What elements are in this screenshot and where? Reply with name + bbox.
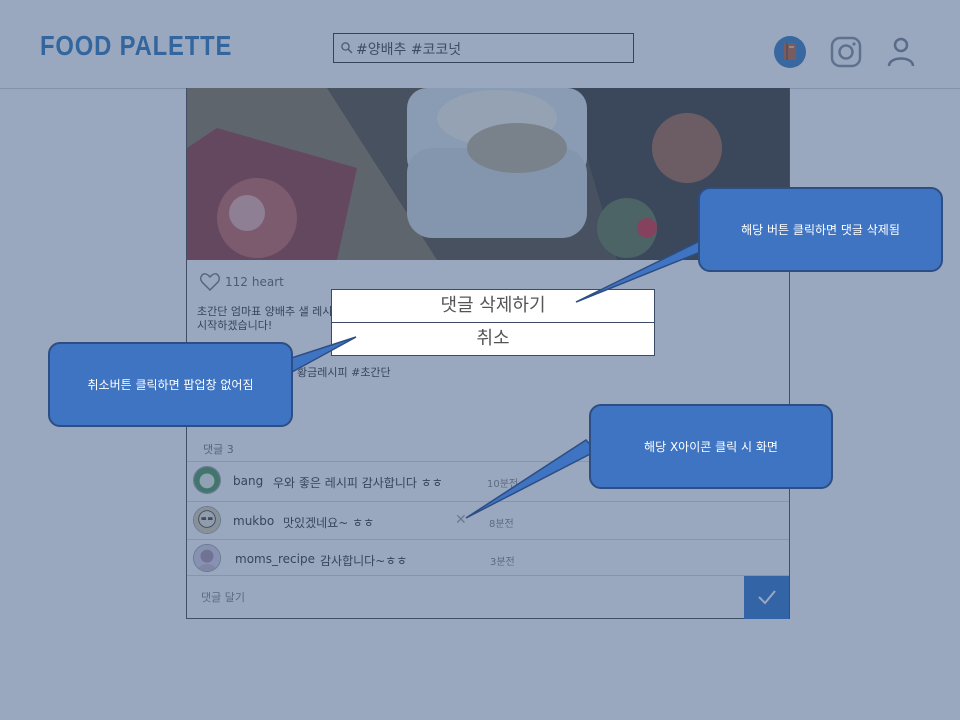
annotation-x-icon: 해당 X아이콘 클릭 시 화면 bbox=[589, 404, 833, 489]
comment-input-row bbox=[187, 575, 789, 619]
submit-comment-button[interactable] bbox=[744, 576, 789, 619]
comment-time: 8분전 bbox=[489, 519, 514, 530]
search-query: #양배추 #코코넛 bbox=[356, 42, 462, 58]
comment-time: 3분전 bbox=[490, 557, 515, 568]
instagram-icon[interactable] bbox=[829, 35, 863, 69]
comments-count: 댓글 3 bbox=[203, 443, 234, 456]
annotation-delete: 해당 버튼 클릭하면 댓글 삭제됨 bbox=[698, 187, 943, 272]
comment-username[interactable]: bang bbox=[233, 474, 263, 488]
avatar[interactable] bbox=[193, 466, 221, 494]
comment-row: mukbo 맛있겠네요~ ㅎㅎ ✕ 8분전 bbox=[187, 501, 789, 539]
search-bar[interactable]: #양배추 #코코넛 bbox=[333, 33, 634, 63]
post-caption: 초간단 엄마표 양배추 샐 레시피 시작하겠습니다! bbox=[197, 305, 343, 332]
post-hashtags: 황금레시피 #초간단 bbox=[297, 366, 391, 379]
likes-area: 112 heart bbox=[199, 272, 284, 292]
user-profile-icon[interactable] bbox=[884, 35, 918, 69]
cancel-button[interactable]: 취소 bbox=[332, 323, 654, 355]
top-header: FOOD PALETTE #양배추 #코코넛 bbox=[0, 0, 960, 89]
delete-comment-icon[interactable]: ✕ bbox=[455, 512, 467, 528]
annotation-cancel: 취소버튼 클릭하면 팝업창 없어짐 bbox=[48, 342, 293, 427]
comment-action-popup: 댓글 삭제하기 취소 bbox=[331, 289, 655, 356]
delete-comment-button[interactable]: 댓글 삭제하기 bbox=[332, 290, 654, 323]
comment-text: 우와 좋은 레시피 감사합니다 ㅎㅎ bbox=[273, 476, 443, 490]
comment-row: moms_recipe 감사합니다~ㅎㅎ 3분전 bbox=[187, 539, 789, 577]
comment-text: 감사합니다~ㅎㅎ bbox=[320, 554, 408, 568]
avatar[interactable] bbox=[193, 506, 221, 534]
search-icon bbox=[341, 42, 353, 54]
comment-username[interactable]: mukbo bbox=[233, 514, 274, 528]
recipe-book-icon[interactable] bbox=[773, 35, 807, 69]
heart-icon[interactable] bbox=[199, 272, 221, 292]
comment-time: 10분전 bbox=[487, 479, 519, 490]
comment-username[interactable]: moms_recipe bbox=[235, 552, 315, 566]
likes-count: 112 bbox=[225, 275, 248, 289]
check-icon bbox=[758, 590, 776, 605]
comment-text: 맛있겠네요~ ㅎㅎ bbox=[283, 516, 375, 530]
logo[interactable]: FOOD PALETTE bbox=[40, 30, 232, 62]
likes-label: heart bbox=[251, 275, 284, 289]
avatar[interactable] bbox=[193, 544, 221, 572]
comment-input[interactable] bbox=[199, 586, 733, 608]
